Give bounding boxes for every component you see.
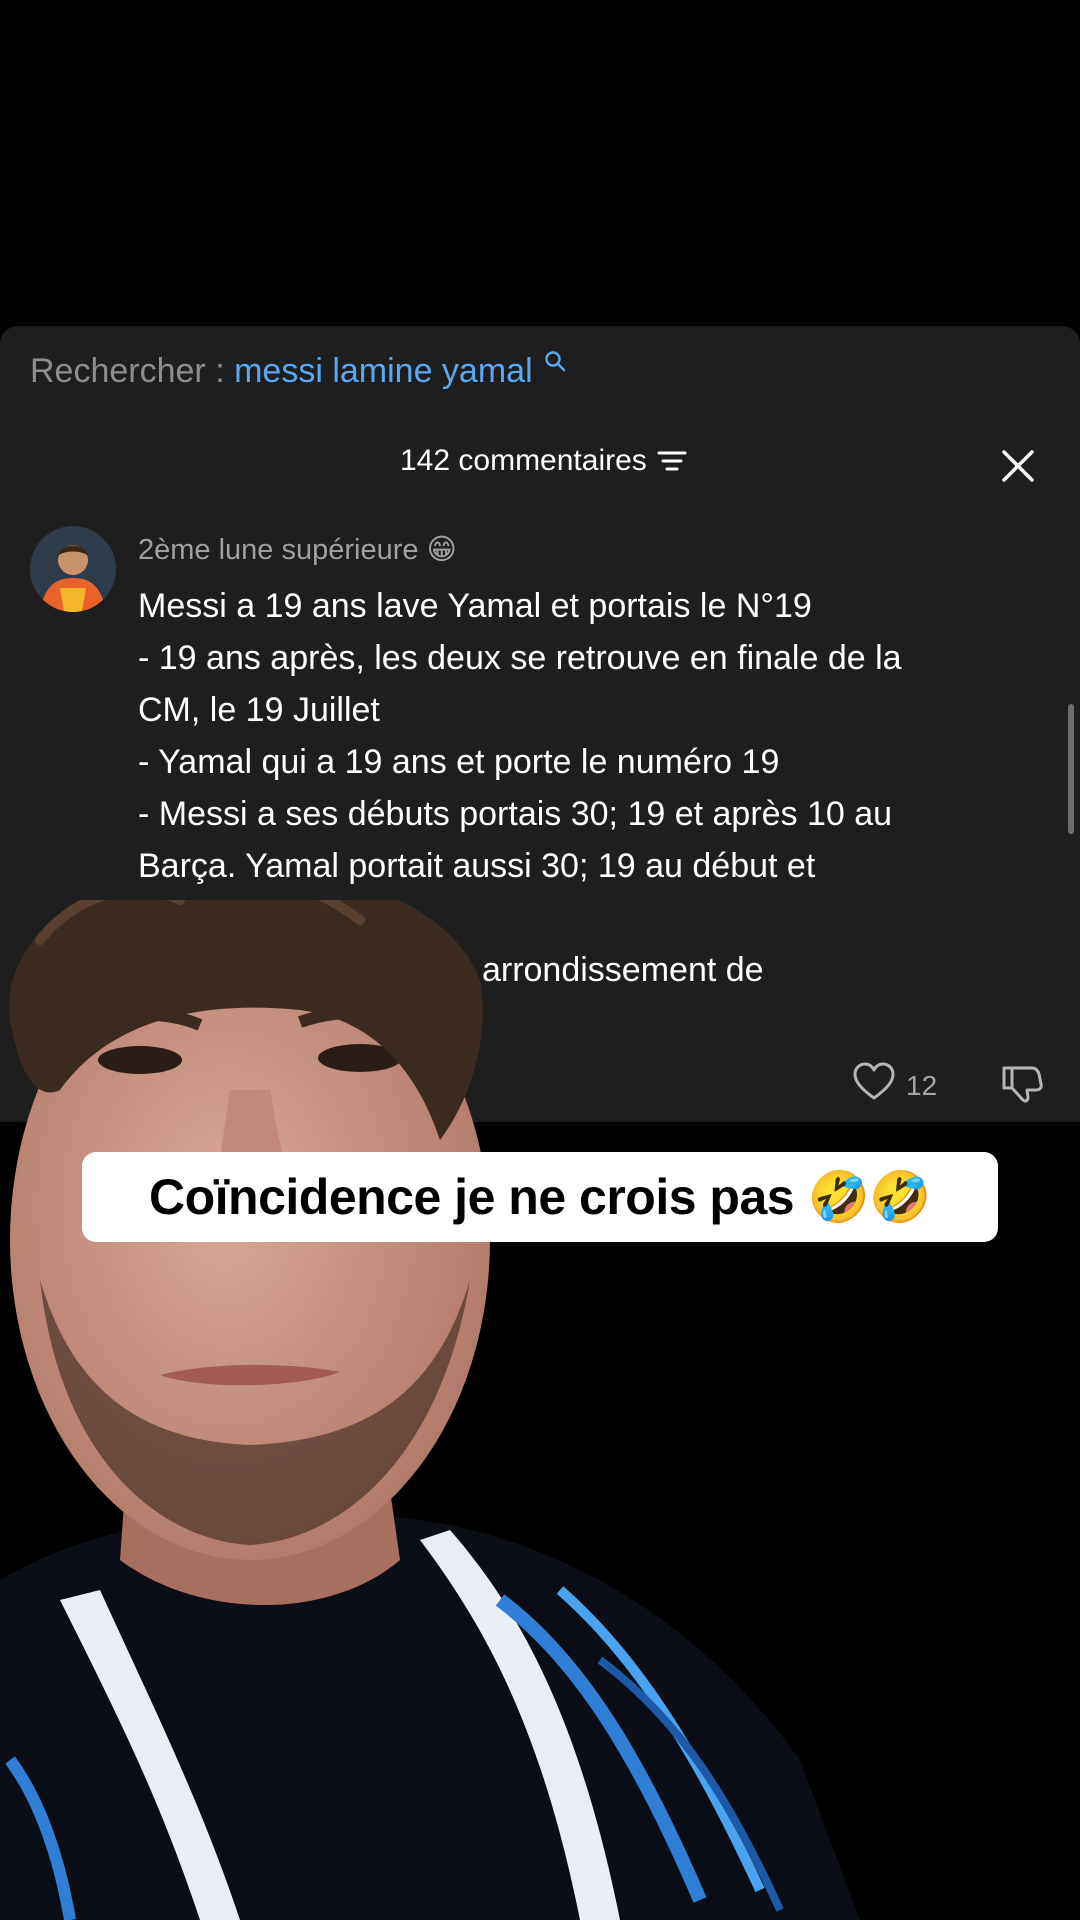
comment-author[interactable]: 2ème lune supérieure 😁 [138, 532, 457, 567]
comment-line: - 19 ans après, les deux se retrouve en … [138, 639, 902, 677]
search-icon [545, 351, 566, 372]
search-query-link[interactable]: messi lamine yamal [234, 352, 533, 390]
comments-count[interactable]: 142 commentaires [400, 444, 687, 478]
search-prefix: Rechercher : [30, 352, 225, 390]
comment-line: Messi a 19 ans lave Yamal et portais le … [138, 587, 812, 625]
video-top-area [0, 0, 1080, 326]
comment-line: - Yamal qui a 19 ans et porte le numéro … [138, 743, 780, 781]
video-caption: Coïncidence je ne crois pas 🤣🤣 [82, 1152, 998, 1242]
comments-count-label: 142 commentaires [400, 444, 647, 477]
dislike-icon[interactable] [1000, 1062, 1044, 1104]
close-icon[interactable] [1000, 448, 1036, 484]
caption-text: Coïncidence je ne crois pas 🤣🤣 [149, 1168, 931, 1225]
comment-line: Barça. Yamal portait aussi 30; 19 au déb… [138, 847, 816, 885]
filter-icon[interactable] [657, 448, 687, 474]
person-video-overlay [0, 900, 860, 1920]
comments-header: 142 commentaires [0, 444, 1080, 494]
avatar[interactable] [30, 526, 116, 612]
comment-line: - Messi a ses débuts portais 30; 19 et a… [138, 795, 893, 833]
search-suggestion[interactable]: Rechercher : messi lamine yamal [30, 351, 566, 391]
comment-line: CM, le 19 Juillet [138, 691, 380, 729]
scrollbar[interactable] [1068, 704, 1074, 834]
